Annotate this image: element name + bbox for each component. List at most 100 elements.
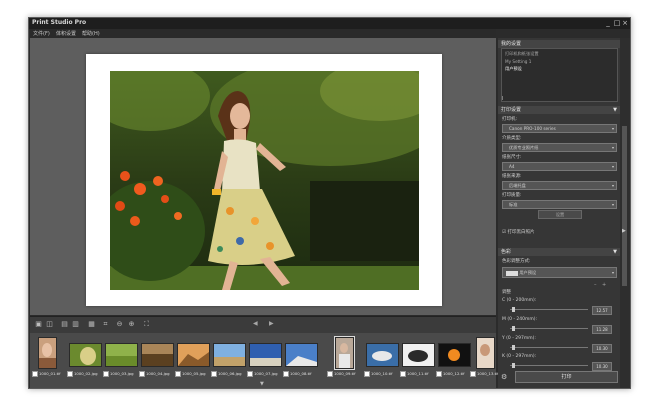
title-bar: Print Studio Pro _ □ × (29, 18, 630, 29)
settings-list-item[interactable]: My Setting 1 (505, 59, 614, 64)
app-window: Print Studio Pro _ □ × 文件(F) 体积设置 帮助(H) (28, 17, 631, 389)
settings-list-item[interactable]: 用户预设 (505, 66, 614, 72)
slider-c-value[interactable]: 12.57 (592, 306, 612, 315)
thumbnail[interactable] (69, 343, 102, 367)
print-button[interactable]: 打印 (515, 371, 618, 383)
thumbnail[interactable] (438, 343, 471, 367)
zoom-in-icon[interactable]: ⊕ (127, 320, 136, 329)
thumbnail-label[interactable]: 1000_06.jpg (211, 371, 241, 377)
my-settings-header[interactable]: 我的设置 (498, 40, 620, 48)
slider-c-label: C (0 - 200mm): (502, 298, 537, 303)
size-label: 纸张尺寸: (502, 155, 522, 160)
menu-file[interactable]: 文件(F) (33, 30, 50, 37)
size-select[interactable]: A4 ▾ (502, 162, 617, 171)
thumbnail-label[interactable]: 1000_11.tif (400, 371, 428, 377)
slider-knob[interactable] (512, 326, 515, 331)
preview-canvas (30, 38, 496, 315)
minimize-icon[interactable]: _ (604, 18, 612, 28)
slider-m[interactable] (510, 326, 588, 331)
bw-checkbox[interactable]: ☑ 打印黑白照片 (502, 229, 534, 235)
thumbnail-label[interactable]: 1000_08.tif (283, 371, 311, 377)
slider-m-label: M (0 - 240mm): (502, 317, 538, 322)
slider-k-label: K (0 - 297mm): (502, 354, 537, 359)
thumbnail-label[interactable]: 1000_01.tif (32, 371, 60, 377)
slider-m-value[interactable]: 11.28 (592, 325, 612, 334)
thumbnail[interactable] (177, 343, 210, 367)
gear-icon[interactable]: ⚙ (501, 373, 507, 381)
thumbnail[interactable] (476, 337, 495, 369)
slider-knob[interactable] (512, 307, 515, 312)
thumbnail-label[interactable]: 1000_02.jpg (67, 371, 97, 377)
paper-preview (86, 54, 442, 306)
thumbnail-label[interactable]: 1000_05.jpg (175, 371, 205, 377)
close-icon[interactable]: × (621, 18, 629, 28)
quality-label: 打印质量: (502, 193, 522, 198)
panel-scrollbar[interactable]: ▶ (620, 38, 630, 388)
menu-help[interactable]: 帮助(H) (82, 30, 100, 37)
thumbnail[interactable] (141, 343, 174, 367)
next-page-icon[interactable]: ▶ (269, 320, 274, 327)
settings-list[interactable]: 打印机和纸张设置 My Setting 1 用户预设 (501, 48, 618, 102)
detail-settings-button[interactable]: 设置 (538, 210, 582, 219)
thumbnail[interactable] (402, 343, 435, 367)
thumbnail[interactable] (366, 343, 399, 367)
thumbnail-label[interactable]: 1000_12.tif (436, 371, 464, 377)
thumbnail-label[interactable]: 1000_03.jpg (103, 371, 133, 377)
single-view-icon[interactable]: ▤ (60, 320, 69, 329)
slider-knob[interactable] (512, 363, 515, 368)
print-settings-header[interactable]: 打印设置 ▼ (498, 106, 620, 114)
thumbnail-label[interactable]: 1000_13.tif (470, 371, 498, 377)
slider-knob[interactable] (512, 345, 515, 350)
scrollbar-thumb[interactable] (622, 126, 627, 286)
strip-scroll-icon[interactable]: ▼ (260, 381, 264, 387)
source-label: 纸张来源: (502, 174, 522, 179)
adjust-label: 调整 (502, 290, 511, 295)
multi-layout-icon[interactable]: ◫ (45, 320, 54, 329)
printer-select[interactable]: Canon PRO-100 series ▾ (502, 124, 617, 133)
slider-k[interactable] (510, 363, 588, 368)
quality-select[interactable]: 标准 ▾ (502, 200, 617, 209)
printer-label: 打印机: (502, 117, 518, 122)
crop-icon[interactable]: ⌗ (101, 320, 110, 329)
thumbnail[interactable] (249, 343, 282, 367)
slider-y-value[interactable]: 10.30 (592, 344, 612, 353)
maximize-icon[interactable]: □ (613, 18, 621, 28)
slider-y[interactable] (510, 345, 588, 350)
thumbnail[interactable] (105, 343, 138, 367)
color-mode-select[interactable]: 用户预设 ▾ (502, 267, 617, 278)
slider-y-label: Y (0 - 297mm): (502, 336, 536, 341)
add-icon[interactable]: + (602, 282, 606, 288)
media-select[interactable]: 优质专业照片纸 ▾ (502, 143, 617, 152)
list-view-icon[interactable]: ▥ (71, 320, 80, 329)
media-label: 介质类型: (502, 136, 522, 141)
photo-preview[interactable] (110, 71, 419, 290)
slider-k-value[interactable]: 10.30 (592, 362, 612, 371)
preview-toolbar: ▣ ◫ ▤ ▥ ▦ ⌗ ⊖ ⊕ ⛶ ◀ ▶ (30, 316, 496, 333)
settings-list-item[interactable]: 打印机和纸张设置 (505, 51, 614, 57)
app-title: Print Studio Pro (32, 19, 87, 26)
slider-c[interactable] (510, 307, 588, 312)
grid-icon[interactable]: ▦ (87, 320, 96, 329)
thumbnail-label[interactable]: 1000_10.tif (364, 371, 392, 377)
settings-panel: 我的设置 打印机和纸张设置 My Setting 1 用户预设 I 打印设置 ▼ … (498, 38, 620, 388)
fit-icon[interactable]: ⛶ (142, 320, 151, 329)
source-select[interactable]: 后端托盘 ▾ (502, 181, 617, 190)
menu-bar: 文件(F) 体积设置 帮助(H) (29, 29, 496, 38)
thumbnail[interactable] (213, 343, 246, 367)
menu-settings[interactable]: 体积设置 (56, 30, 76, 37)
collapse-arrow-icon[interactable]: ▶ (622, 228, 626, 234)
thumbnail-label[interactable]: 1000_07.jpg (247, 371, 277, 377)
remove-icon[interactable]: – (594, 282, 597, 288)
thumbnail[interactable] (285, 343, 318, 367)
color-header[interactable]: 色彩 ▼ (498, 248, 620, 256)
thumbnail-label[interactable]: 1000_09.tif (327, 371, 355, 377)
thumbnail[interactable] (38, 337, 57, 369)
color-mode-label: 色彩调整方式: (502, 259, 531, 264)
text-cursor-icon: I (502, 96, 504, 102)
prev-page-icon[interactable]: ◀ (253, 320, 258, 327)
thumbnail-label[interactable]: 1000_04.jpg (139, 371, 169, 377)
layout-icon[interactable]: ▣ (34, 320, 43, 329)
thumbnail-selected[interactable] (334, 336, 355, 370)
zoom-out-icon[interactable]: ⊖ (115, 320, 124, 329)
thumbnail-strip: 1000_01.tif 1000_02.jpg 1000_03.jpg 1000… (30, 333, 498, 388)
